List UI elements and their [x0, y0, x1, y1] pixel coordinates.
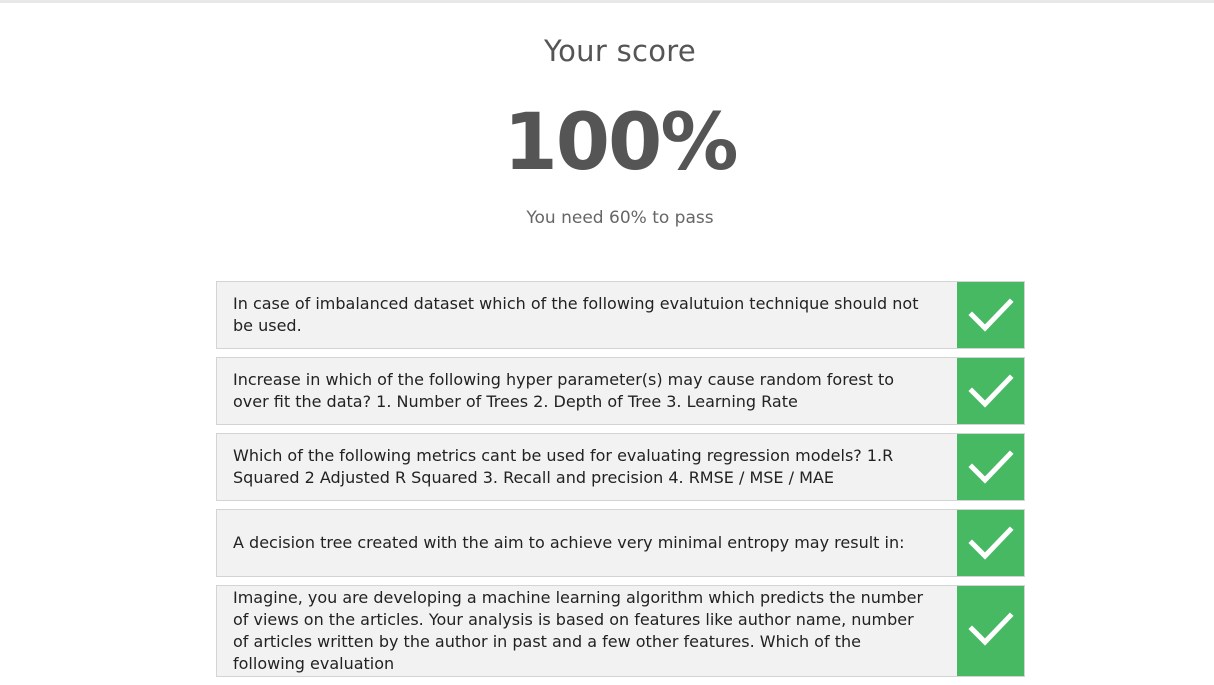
score-percentage: 100% — [503, 98, 739, 188]
result-row: Increase in which of the following hyper… — [216, 357, 1025, 425]
correct-badge — [957, 282, 1024, 348]
checkmark-icon — [967, 612, 1014, 646]
checkmark-icon — [967, 298, 1014, 332]
result-row: Imagine, you are developing a machine le… — [216, 585, 1025, 677]
correct-badge — [957, 358, 1024, 424]
checkmark-icon — [967, 526, 1014, 560]
question-text: Imagine, you are developing a machine le… — [233, 588, 924, 673]
correct-badge — [957, 510, 1024, 576]
correct-badge — [957, 586, 1024, 676]
pass-requirement: You need 60% to pass — [526, 208, 714, 228]
top-divider — [0, 0, 1214, 3]
score-heading: Your score — [543, 34, 697, 68]
result-row: In case of imbalanced dataset which of t… — [216, 281, 1025, 349]
question-text: Increase in which of the following hyper… — [233, 370, 895, 411]
checkmark-icon — [967, 450, 1014, 484]
results-list: In case of imbalanced dataset which of t… — [216, 281, 1025, 685]
correct-badge — [957, 434, 1024, 500]
question-text: In case of imbalanced dataset which of t… — [233, 294, 919, 335]
checkmark-icon — [967, 374, 1014, 408]
question-text: A decision tree created with the aim to … — [233, 533, 905, 552]
question-text: Which of the following metrics cant be u… — [233, 446, 894, 487]
result-row: A decision tree created with the aim to … — [216, 509, 1025, 577]
result-row: Which of the following metrics cant be u… — [216, 433, 1025, 501]
